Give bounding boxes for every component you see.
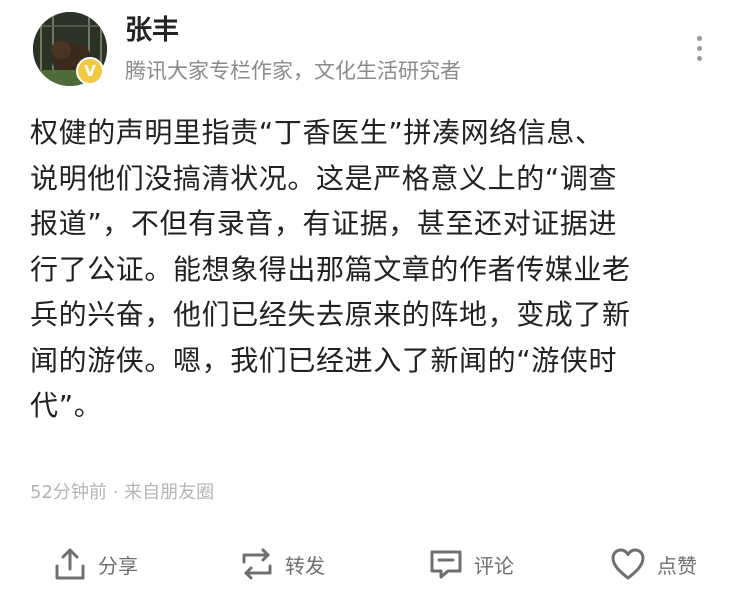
more-dot-icon — [696, 55, 702, 61]
like-label: 点赞 — [657, 553, 697, 578]
post-text-line: 报道”，不但有录音，有证据，甚至还对证据进 — [30, 207, 618, 240]
author-description: 腾讯大家专栏作家，文化生活研究者 — [125, 59, 461, 83]
post-text-line: 行了公证。能想象得出那篇文章的作者传媒业老 — [30, 252, 631, 286]
share-label: 分享 — [98, 553, 138, 578]
post-text-line: 代”。 — [30, 389, 103, 422]
action-bar: 分享 转发 评论 点赞 — [0, 538, 750, 590]
post-text-line: 兵的兴奋，他们已经失去原来的阵地，变成了新 — [30, 298, 631, 331]
post-text-line: 闻的游侠。嗯，我们已经进入了新闻的“游侠时 — [30, 343, 618, 377]
share-button[interactable]: 分享 — [52, 538, 138, 590]
post-body: 权健的声明里指责“丁香医生”拼凑网络信息、 说明他们没搞清状况。这是严格意义上的… — [30, 110, 730, 429]
repost-label: 转发 — [285, 553, 325, 578]
author-name[interactable]: 张丰 — [125, 14, 179, 48]
more-dot-icon — [696, 35, 702, 41]
comment-button[interactable]: 评论 — [428, 538, 514, 590]
comment-label: 评论 — [474, 553, 514, 578]
heart-icon — [611, 548, 645, 580]
post-header: V 张丰 腾讯大家专栏作家，文化生活研究者 — [0, 0, 750, 100]
comment-icon — [430, 550, 462, 579]
share-icon — [55, 548, 85, 580]
post-meta: 52分钟前 · 来自朋友圈 — [30, 482, 215, 503]
post-text-line: 说明他们没搞清状况。这是严格意义上的“调查 — [30, 161, 618, 195]
repost-icon — [242, 548, 272, 580]
repost-button[interactable]: 转发 — [239, 538, 325, 590]
like-button[interactable]: 点赞 — [609, 538, 697, 590]
verified-badge-icon: V — [76, 57, 104, 85]
post-text-line: 权健的声明里指责“丁香医生”拼凑网络信息、 — [30, 116, 604, 149]
more-options-button[interactable] — [684, 30, 714, 66]
more-dot-icon — [696, 45, 702, 51]
